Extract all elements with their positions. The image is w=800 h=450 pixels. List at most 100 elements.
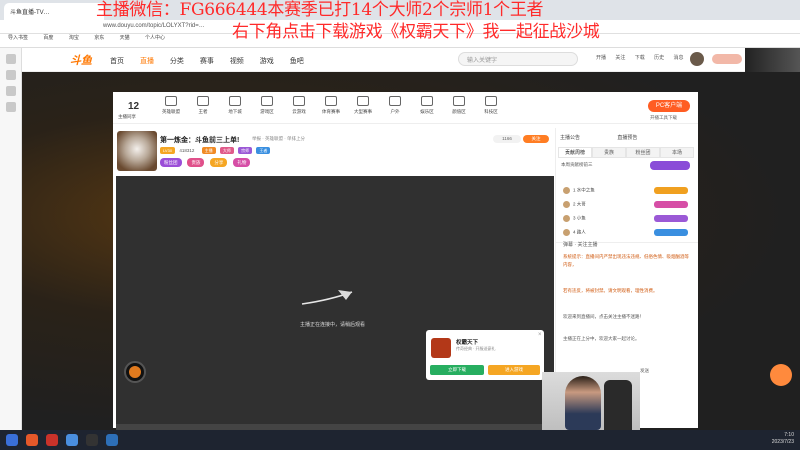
category-item[interactable]: 科技区 (478, 96, 504, 115)
chrome-icon[interactable] (66, 434, 78, 446)
start-icon[interactable] (6, 434, 18, 446)
site-logo[interactable]: 斗鱼 (70, 52, 92, 68)
stream-overlay-text-2: 右下角点击下载游戏《权霸天下》我一起征战沙城 (232, 22, 600, 42)
top-icon-item[interactable]: 开播 (592, 54, 610, 61)
game-name: 权霸天下 (456, 340, 479, 346)
top-icons: 开播 关注 下载 历史 消息 (592, 54, 688, 61)
nav-item-video[interactable]: 视频 (230, 58, 244, 65)
pc-client-sub[interactable]: 开播工具下载 (650, 115, 677, 121)
gift-button[interactable]: 贵族 (187, 158, 205, 167)
player-control[interactable] (124, 361, 146, 383)
category-icon (485, 96, 497, 106)
room-avatar[interactable] (117, 131, 157, 171)
sidebar-icon[interactable] (6, 102, 16, 112)
room-title: 第一炼金：斗鱼前三上单! (160, 137, 240, 144)
rank-tabs: 贡献周榜 贵族 粉丝团 本场 (558, 147, 696, 158)
rank-badge: 大师 (219, 147, 234, 154)
search-input[interactable]: 输入关键字 (458, 52, 578, 66)
top-icon-item[interactable]: 历史 (650, 54, 668, 61)
category-label: 户外 (390, 109, 400, 114)
category-icon (293, 96, 305, 106)
category-item[interactable]: 王者 (190, 96, 216, 115)
sidebar-icon[interactable] (6, 70, 16, 80)
top-icon-item[interactable]: 消息 (670, 54, 688, 61)
category-label: 英雄联盟 (162, 109, 180, 114)
bookmark-item[interactable]: 百度 (43, 35, 53, 41)
app-icon[interactable] (86, 434, 98, 446)
rank-row[interactable]: 4 路人 (563, 229, 688, 236)
tab-fans[interactable]: 粉丝团 (626, 147, 660, 158)
bookmark-item[interactable]: 淘宝 (69, 35, 79, 41)
gift-button[interactable]: 礼物 (233, 158, 251, 167)
right-link[interactable]: 直播预告 (617, 135, 637, 141)
close-icon[interactable]: × (538, 332, 542, 338)
rank-purple-badge[interactable] (650, 161, 690, 170)
browser-tab[interactable]: 斗鱼直播-TV… (4, 3, 104, 20)
category-item[interactable]: 云游戏 (286, 96, 312, 115)
gift-button[interactable]: 粉丝团 (160, 158, 182, 167)
tab-current[interactable]: 本场 (660, 147, 694, 158)
chat-header: 弹幕 · 关注主播 (563, 242, 598, 248)
loading-spinner-icon (301, 290, 353, 305)
app-icon[interactable] (46, 434, 58, 446)
category-icon (421, 96, 433, 106)
browser-sidebar (0, 48, 22, 430)
category-icon (357, 96, 369, 106)
right-top-links: 主播公告 直播预告 (560, 134, 673, 141)
firefox-icon[interactable] (26, 434, 38, 446)
category-item[interactable]: 娱乐区 (414, 96, 440, 115)
category-item[interactable]: 地下城 (222, 96, 248, 115)
bookmark-item[interactable]: 导入书签 (8, 35, 28, 41)
bookmark-item[interactable]: 京东 (94, 35, 104, 41)
rank-row[interactable]: 1 水中之鱼 (563, 187, 688, 194)
gift-bar: 粉丝团 贵族 分享 礼物 (160, 158, 254, 167)
category-item[interactable]: 户外 (382, 96, 408, 115)
download-game-button[interactable]: 立即下载 (430, 365, 484, 375)
nav-item-category[interactable]: 分类 (170, 58, 184, 65)
follow-button[interactable]: 关注 (523, 135, 549, 143)
top-icon-item[interactable]: 下载 (631, 54, 649, 61)
rank-name: 1 水中之鱼 (573, 187, 595, 193)
top-icon-item[interactable]: 关注 (611, 54, 629, 61)
sidebar-icon[interactable] (6, 86, 16, 96)
gift-button[interactable]: 分享 (210, 158, 228, 167)
chat-line: 欢迎来到直播间，点击关注主播不迷路！ (563, 314, 644, 319)
rank-row[interactable]: 2 大哥 (563, 201, 688, 208)
send-button[interactable]: 发送 (640, 368, 698, 378)
rank-badge: 王者 (256, 147, 271, 154)
category-label: 体育赛事 (322, 109, 340, 114)
tab-title: 斗鱼直播-TV… (10, 10, 50, 16)
category-label: 游戏区 (260, 109, 274, 114)
nav-item-fishbar[interactable]: 鱼吧 (290, 58, 304, 65)
chat-line: 若有违反，将被封禁。请文明观看，理性消费。 (563, 288, 658, 293)
bookmark-item[interactable]: 天猫 (120, 35, 130, 41)
nav-item-events[interactable]: 赛事 (200, 58, 214, 65)
tab-noble[interactable]: 贵族 (592, 147, 626, 158)
pc-client-button[interactable]: PC客户端 (648, 100, 690, 112)
rank-row[interactable]: 3 小鱼 (563, 215, 688, 222)
tab-weekly[interactable]: 贡献周榜 (558, 147, 592, 158)
category-item[interactable]: 颜值区 (446, 96, 472, 115)
category-item[interactable]: 体育赛事 (318, 96, 344, 115)
category-item[interactable]: 大型赛事 (350, 96, 376, 115)
bookmark-item[interactable]: 个人中心 (145, 35, 165, 41)
right-link[interactable]: 主播公告 (560, 135, 580, 141)
category-icon (165, 96, 177, 106)
room-meta: 举报 · 英雄联盟 · 单排上分 (252, 136, 305, 141)
url-text[interactable]: www.douyu.com/topic/LOLYXT?rid=… (103, 23, 205, 29)
taskbar-clock: 7:10 2023/7/23 (752, 432, 794, 446)
category-icon (453, 96, 465, 106)
user-pill[interactable] (712, 54, 742, 64)
category-label: 王者 (198, 109, 208, 114)
category-item[interactable]: 游戏区 (254, 96, 280, 115)
rank-level-badge (654, 201, 688, 208)
nav-item-live[interactable]: 直播 (140, 58, 154, 65)
nav-item-home[interactable]: 首页 (110, 58, 124, 65)
sidebar-icon[interactable] (6, 54, 16, 64)
nav-item-games[interactable]: 游戏 (260, 58, 274, 65)
chat-bubble-icon[interactable] (770, 364, 792, 386)
user-avatar[interactable] (690, 52, 704, 66)
app-icon[interactable] (106, 434, 118, 446)
enter-game-button[interactable]: 进入游戏 (488, 365, 540, 375)
category-item[interactable]: 英雄联盟 (158, 96, 184, 115)
